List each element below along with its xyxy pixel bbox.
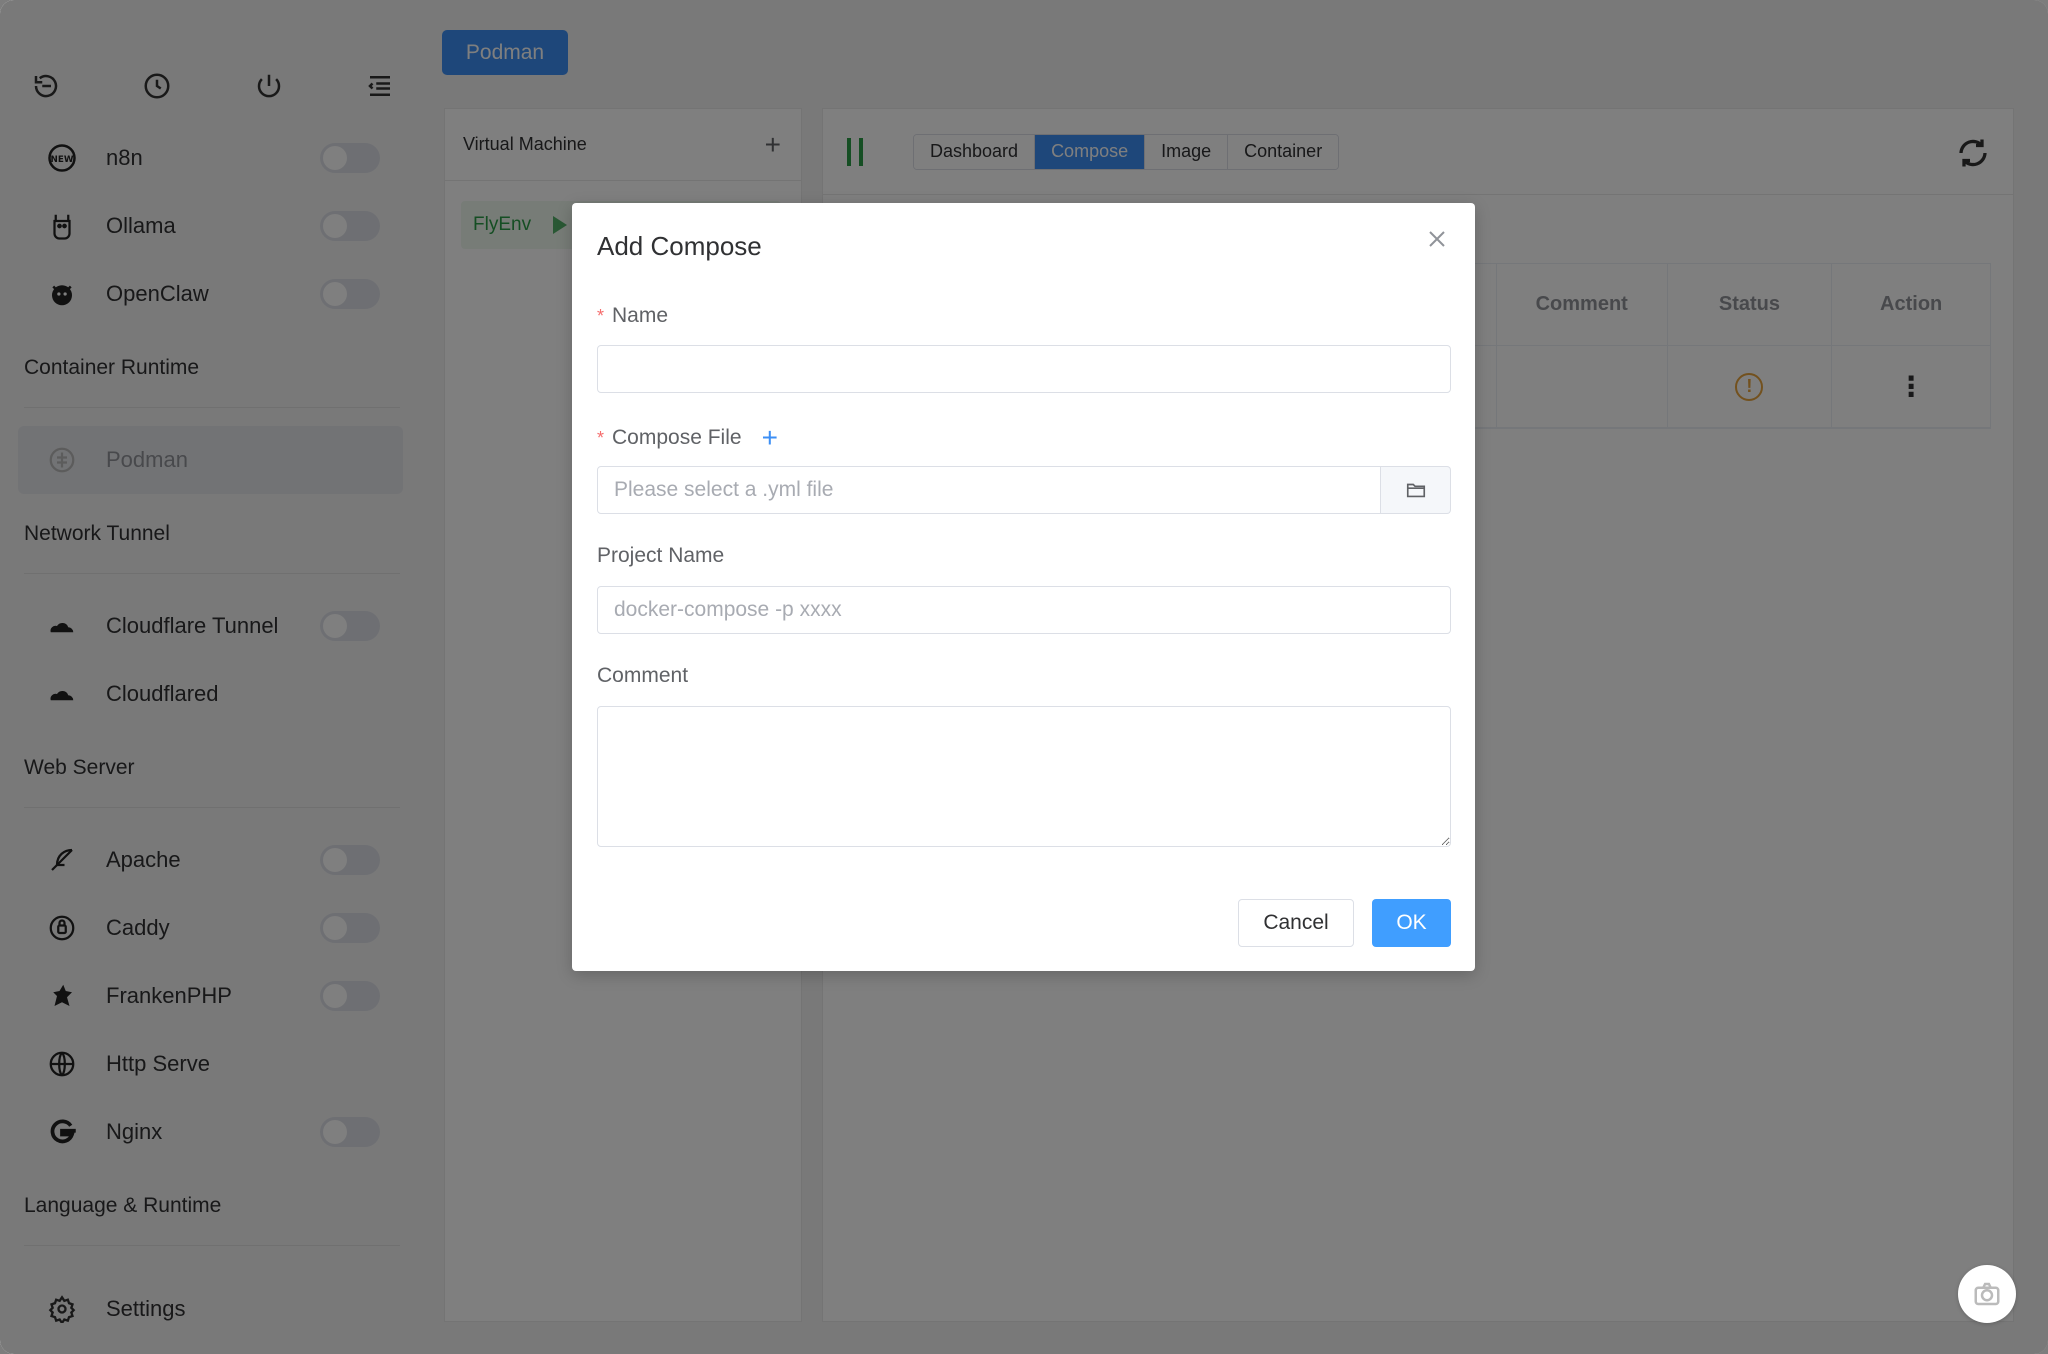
- comment-textarea[interactable]: [597, 706, 1451, 847]
- compose-file-field: [597, 466, 1451, 514]
- comment-label: Comment: [597, 664, 689, 687]
- project-name-label: Project Name: [597, 544, 725, 567]
- add-file-icon[interactable]: +: [762, 424, 778, 452]
- compose-file-label: * Compose File +: [597, 422, 778, 453]
- cancel-button[interactable]: Cancel: [1238, 899, 1354, 947]
- compose-file-input[interactable]: [597, 466, 1381, 514]
- project-name-input[interactable]: [597, 586, 1451, 634]
- folder-icon[interactable]: [1381, 466, 1451, 514]
- required-mark: *: [597, 305, 605, 326]
- dialog-title: Add Compose: [597, 231, 762, 261]
- name-label: * Name: [597, 304, 669, 327]
- required-mark: *: [597, 427, 605, 448]
- ok-button[interactable]: OK: [1372, 899, 1451, 947]
- close-icon[interactable]: [1423, 225, 1451, 253]
- camera-icon[interactable]: [1958, 1265, 2016, 1323]
- add-compose-dialog: Add Compose * Name * Compose File + Proj…: [572, 203, 1475, 971]
- name-input[interactable]: [597, 345, 1451, 393]
